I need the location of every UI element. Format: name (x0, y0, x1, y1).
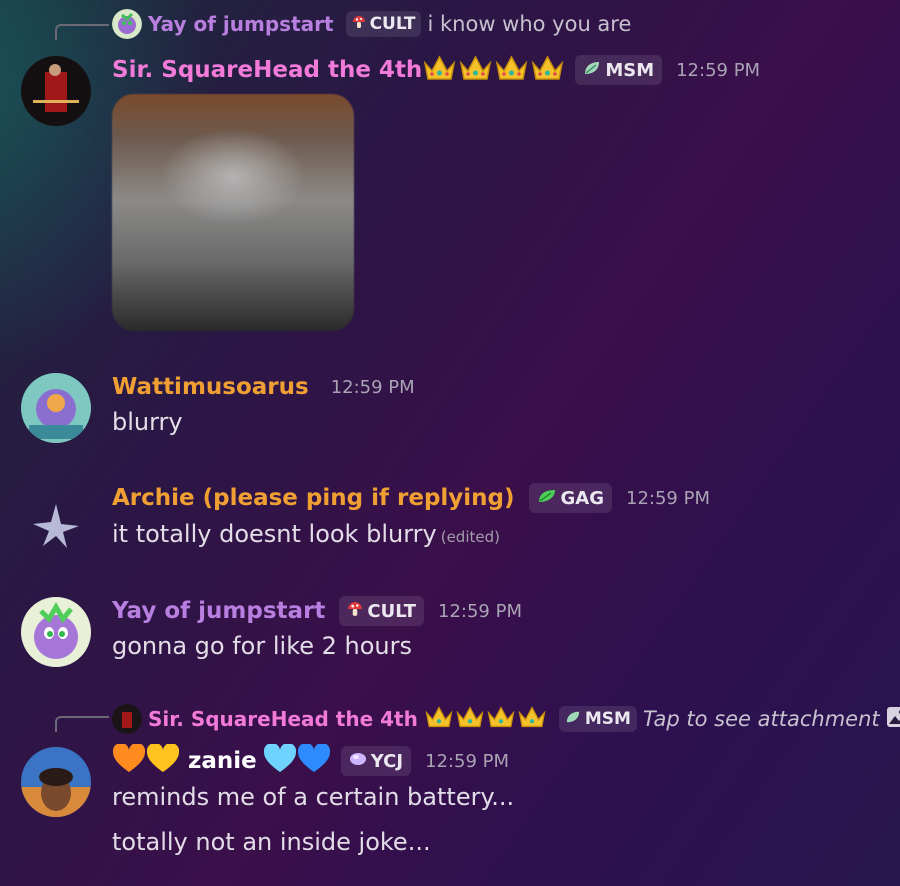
reply-author[interactable]: Sir. SquareHead the 4th (148, 707, 418, 731)
message-header: Sir. SquareHead the 4th MSM 12:59 PM (112, 53, 760, 87)
timestamp: 12:59 PM (626, 487, 710, 509)
message-text: totally not an inside joke... (112, 828, 431, 856)
edited-label: (edited) (440, 528, 500, 546)
crown-icon (517, 704, 547, 734)
role-tag-gag: GAG (528, 483, 613, 513)
leaf-icon (565, 709, 581, 729)
timestamp: 12:59 PM (425, 750, 510, 772)
orange-heart-icon (112, 742, 146, 778)
message-text: it totally doesnt look blurry (edited) (112, 520, 500, 548)
mushroom-icon (347, 601, 363, 622)
reply-connector (55, 24, 109, 40)
role-tag-label: CULT (369, 14, 416, 34)
crown-emojis (422, 53, 565, 87)
message-header: Archie (please ping if replying) GAG 12:… (112, 481, 710, 515)
crown-emojis (424, 704, 547, 734)
avatar-zanie[interactable] (21, 747, 91, 817)
role-tag-ycj: YCJ (340, 746, 412, 776)
light-blue-heart-icon (263, 742, 297, 778)
avatar-archie[interactable] (21, 484, 91, 554)
reply-preview[interactable]: Yay of jumpstart CULT i know who you are (112, 9, 631, 39)
author-name[interactable]: Archie (please ping if replying) (112, 485, 515, 511)
reply-preview[interactable]: Sir. SquareHead the 4th MSM Tap to see a… (112, 704, 900, 734)
timestamp: 12:59 PM (330, 376, 415, 398)
avatar-sir-squarehead[interactable] (21, 56, 91, 126)
image-icon (886, 706, 900, 732)
author-name[interactable]: zanie (188, 748, 257, 774)
message-text: blurry (112, 408, 183, 436)
timestamp: 12:59 PM (676, 59, 761, 81)
author-name[interactable]: Sir. SquareHead the 4th (112, 57, 422, 83)
reply-avatar (112, 704, 142, 734)
role-tag-cult: CULT (345, 11, 422, 37)
message-text: gonna go for like 2 hours (112, 632, 412, 660)
message-body: it totally doesnt look blurry (112, 520, 437, 548)
crown-icon (486, 704, 516, 734)
reply-avatar (112, 9, 142, 39)
mushroom-icon (352, 14, 366, 34)
author-name[interactable]: Wattimusoarus (112, 374, 309, 400)
reply-author[interactable]: Yay of jumpstart (148, 12, 334, 36)
crown-icon (424, 704, 454, 734)
message-header: Wattimusoarus 12:59 PM (112, 370, 415, 404)
crown-icon (494, 53, 529, 87)
avatar-wattimusoarus[interactable] (21, 373, 91, 443)
crown-icon (530, 53, 565, 87)
role-tag-msm: MSM (575, 55, 663, 85)
crown-icon (458, 53, 493, 87)
role-tag-label: MSM (584, 709, 631, 729)
yellow-heart-icon (146, 742, 180, 778)
blue-heart-icon (297, 742, 331, 778)
message-header: zanie YCJ 12:59 PM (112, 742, 510, 778)
role-tag-label: YCJ (370, 750, 404, 772)
leaf-icon (583, 60, 601, 81)
reply-text[interactable]: i know who you are (427, 12, 631, 36)
role-tag-cult: CULT (339, 596, 425, 626)
crown-icon (455, 704, 485, 734)
crown-icon (422, 53, 457, 87)
timestamp: 12:59 PM (438, 600, 522, 622)
image-attachment-blurred[interactable] (112, 94, 354, 331)
reply-text[interactable]: Tap to see attachment (643, 707, 880, 731)
role-tag-label: GAG (560, 487, 605, 509)
leaf-icon (537, 488, 557, 509)
message-text: reminds me of a certain battery... (112, 783, 515, 811)
author-name[interactable]: Yay of jumpstart (112, 598, 325, 624)
role-tag-label: CULT (367, 600, 417, 622)
message-header: Yay of jumpstart CULT 12:59 PM (112, 594, 522, 628)
avatar-yay-of-jumpstart[interactable] (21, 597, 91, 667)
role-tag-label: MSM (605, 59, 655, 81)
reply-connector (55, 716, 109, 732)
gem-icon (349, 751, 367, 772)
role-tag-msm: MSM (558, 706, 637, 732)
